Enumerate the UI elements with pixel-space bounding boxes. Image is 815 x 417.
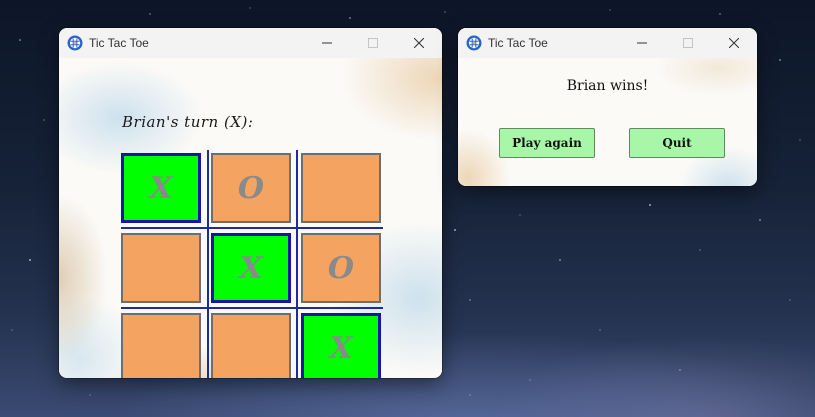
- result-window-titlebar[interactable]: Tic Tac Toe: [458, 28, 757, 58]
- game-window-content: Brian's turn (X): X O X O X: [59, 58, 442, 378]
- result-window-content: Brian wins! Play again Quit: [458, 58, 757, 186]
- tic-tac-toe-app-icon: [466, 35, 482, 51]
- close-button[interactable]: [396, 28, 442, 58]
- board-grid-line: [207, 150, 209, 378]
- board-grid-line: [121, 227, 383, 229]
- board-cell[interactable]: [121, 233, 201, 303]
- quit-button[interactable]: Quit: [629, 128, 725, 158]
- maximize-icon: [683, 38, 693, 48]
- game-window-titlebar[interactable]: Tic Tac Toe: [59, 28, 442, 58]
- board-grid-line: [121, 307, 383, 309]
- board-cell[interactable]: [211, 313, 291, 378]
- minimize-icon: [637, 42, 647, 44]
- winner-message: Brian wins!: [566, 78, 649, 94]
- board-cell[interactable]: X: [301, 313, 381, 378]
- board-cell[interactable]: [301, 153, 381, 223]
- game-board: X O X O X: [121, 150, 383, 378]
- close-icon: [414, 38, 424, 48]
- board-cell[interactable]: [121, 313, 201, 378]
- close-button[interactable]: [711, 28, 757, 58]
- result-window: Tic Tac Toe Brian wins! Play again Quit: [458, 28, 757, 186]
- close-icon: [729, 38, 739, 48]
- minimize-icon: [322, 42, 332, 44]
- game-window-title: Tic Tac Toe: [89, 36, 149, 50]
- maximize-icon: [368, 38, 378, 48]
- play-again-button[interactable]: Play again: [499, 128, 595, 158]
- board-cell[interactable]: O: [211, 153, 291, 223]
- maximize-button[interactable]: [350, 28, 396, 58]
- minimize-button[interactable]: [619, 28, 665, 58]
- board-cell[interactable]: O: [301, 233, 381, 303]
- board-cell[interactable]: X: [211, 233, 291, 303]
- board-cell[interactable]: X: [121, 153, 201, 223]
- result-window-title: Tic Tac Toe: [488, 36, 548, 50]
- board-grid-line: [296, 150, 298, 378]
- maximize-button[interactable]: [665, 28, 711, 58]
- minimize-button[interactable]: [304, 28, 350, 58]
- game-window: Tic Tac Toe Brian's turn (X): X O X O X: [59, 28, 442, 378]
- turn-label: Brian's turn (X):: [122, 113, 254, 131]
- tic-tac-toe-app-icon: [67, 35, 83, 51]
